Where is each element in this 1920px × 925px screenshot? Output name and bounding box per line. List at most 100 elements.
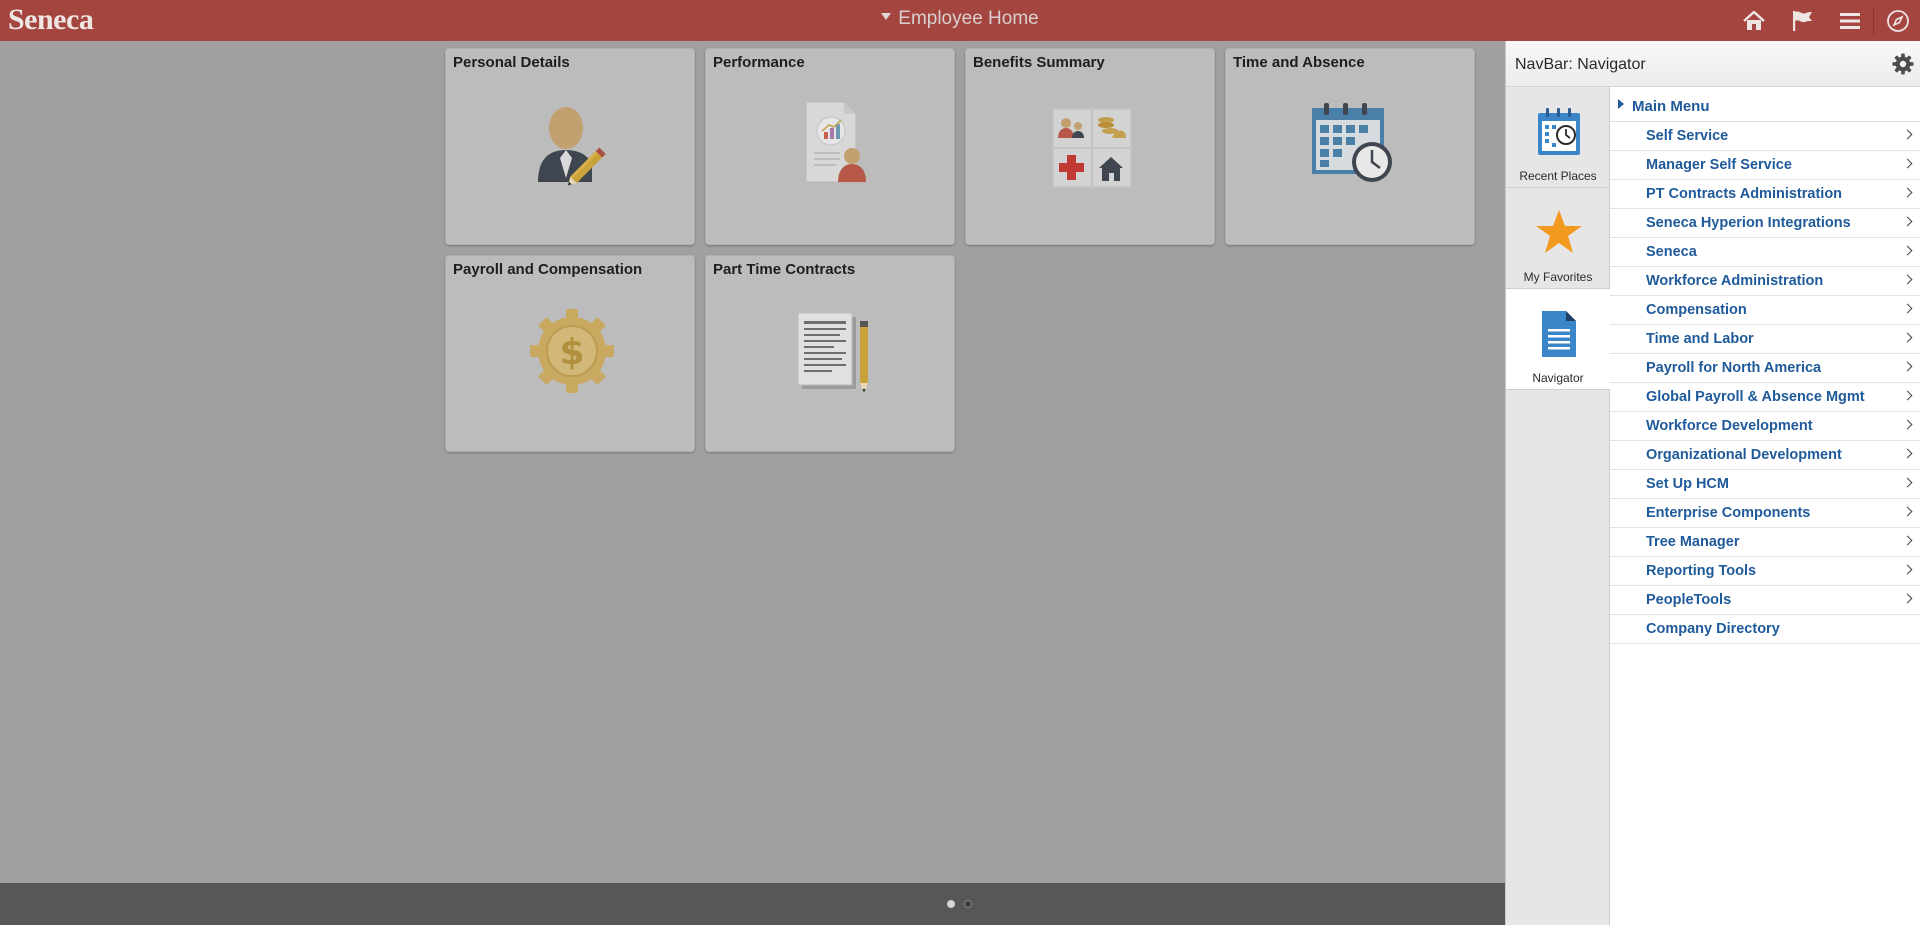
nav-item-time-and-labor[interactable]: Time and Labor xyxy=(1610,325,1920,354)
side-tab-my-favorites[interactable]: My Favorites xyxy=(1506,188,1610,289)
nav-item-label: Reporting Tools xyxy=(1646,563,1757,579)
tile-benefits-summary[interactable]: Benefits Summary xyxy=(965,48,1215,245)
document-pencil-icon xyxy=(797,312,868,393)
page-title[interactable]: Employee Home xyxy=(0,8,1920,30)
tile-title: Performance xyxy=(713,54,805,71)
home-icon[interactable] xyxy=(1741,8,1767,34)
performance-report-icon xyxy=(805,101,866,183)
navigator-menu-list: Main Menu Self Service Manager Self Serv… xyxy=(1610,87,1920,644)
chevron-right-icon xyxy=(1902,274,1913,285)
side-tab-label: Recent Places xyxy=(1519,169,1597,183)
nav-item-self-service[interactable]: Self Service xyxy=(1610,122,1920,151)
nav-item-peopletools[interactable]: PeopleTools xyxy=(1610,586,1920,615)
nav-item-workforce-administration[interactable]: Workforce Administration xyxy=(1610,267,1920,296)
nav-item-seneca-hyperion-integrations[interactable]: Seneca Hyperion Integrations xyxy=(1610,209,1920,238)
nav-item-pt-contracts-administration[interactable]: PT Contracts Administration xyxy=(1610,180,1920,209)
side-tab-navigator[interactable]: Navigator xyxy=(1506,289,1610,390)
page-indicator-dot-2[interactable] xyxy=(964,900,972,908)
nav-item-set-up-hcm[interactable]: Set Up HCM xyxy=(1610,470,1920,499)
nav-item-organizational-development[interactable]: Organizational Development xyxy=(1610,441,1920,470)
nav-item-label: Global Payroll & Absence Mgmt xyxy=(1646,389,1865,405)
nav-item-label: Workforce Administration xyxy=(1646,273,1824,289)
navigator-document-icon xyxy=(1542,311,1576,357)
chevron-right-icon xyxy=(1902,506,1913,517)
chevron-right-icon xyxy=(1902,448,1913,459)
nav-item-label: PeopleTools xyxy=(1646,592,1732,608)
nav-item-label: Self Service xyxy=(1646,128,1729,144)
compass-icon[interactable] xyxy=(1885,8,1911,34)
side-tab-recent-places[interactable]: Recent Places xyxy=(1506,87,1610,188)
navbar-title: NavBar: Navigator xyxy=(1515,56,1646,73)
nav-item-label: Manager Self Service xyxy=(1646,157,1792,173)
nav-item-label: Payroll for North America xyxy=(1646,360,1822,376)
tile-title: Time and Absence xyxy=(1233,54,1365,71)
nav-item-company-directory[interactable]: Company Directory xyxy=(1610,615,1920,644)
nav-item-label: Set Up HCM xyxy=(1646,476,1729,492)
tile-personal-details[interactable]: Personal Details xyxy=(445,48,695,245)
svg-text:$: $ xyxy=(559,332,584,373)
nav-item-reporting-tools[interactable]: Reporting Tools xyxy=(1610,557,1920,586)
nav-item-label: Company Directory xyxy=(1646,621,1780,637)
page-indicator-dot-1[interactable] xyxy=(947,900,955,908)
chevron-right-icon xyxy=(1902,564,1913,575)
menu-icon[interactable] xyxy=(1837,8,1863,34)
navbar-side-tabs: Recent Places My Favorites Navigator xyxy=(1506,87,1610,925)
tile-time-and-absence[interactable]: Time and Absence xyxy=(1225,48,1475,245)
chevron-right-icon xyxy=(1902,245,1913,256)
benefits-icon xyxy=(1052,108,1132,188)
chevron-right-icon xyxy=(1902,361,1913,372)
chevron-right-icon xyxy=(1902,390,1913,401)
nav-item-enterprise-components[interactable]: Enterprise Components xyxy=(1610,499,1920,528)
nav-item-label: Organizational Development xyxy=(1646,447,1842,463)
nav-item-compensation[interactable]: Compensation xyxy=(1610,296,1920,325)
nav-item-workforce-development[interactable]: Workforce Development xyxy=(1610,412,1920,441)
side-tab-label: Navigator xyxy=(1532,371,1584,385)
nav-item-label: Workforce Development xyxy=(1646,418,1813,434)
nav-item-label: Time and Labor xyxy=(1646,331,1754,347)
star-icon xyxy=(1536,210,1582,253)
main-menu-label: Main Menu xyxy=(1632,98,1710,115)
nav-item-label: Enterprise Components xyxy=(1646,505,1811,521)
main-menu-item[interactable]: Main Menu xyxy=(1610,87,1920,122)
page-footer xyxy=(0,883,1505,925)
header-divider xyxy=(1873,6,1874,36)
tile-title: Part Time Contracts xyxy=(713,261,856,278)
chevron-right-icon xyxy=(1902,535,1913,546)
chevron-right-icon xyxy=(1902,419,1913,430)
dollar-gear-icon: $ xyxy=(530,309,614,393)
tile-part-time-contracts[interactable]: Part Time Contracts xyxy=(705,255,955,452)
chevron-right-icon xyxy=(1902,332,1913,343)
tile-payroll-and-compensation[interactable]: Payroll and Compensation $ xyxy=(445,255,695,452)
chevron-right-icon xyxy=(1902,477,1913,488)
tile-performance[interactable]: Performance xyxy=(705,48,955,245)
nav-item-label: Tree Manager xyxy=(1646,534,1740,550)
nav-item-tree-manager[interactable]: Tree Manager xyxy=(1610,528,1920,557)
calendar-clock-icon xyxy=(1312,103,1392,182)
tile-title: Benefits Summary xyxy=(973,54,1105,71)
recent-places-icon xyxy=(1538,108,1580,155)
chevron-right-icon xyxy=(1902,158,1913,169)
chevron-right-icon xyxy=(1902,303,1913,314)
top-header-bar: Seneca Employee Home xyxy=(0,0,1920,41)
page-title-text[interactable]: Employee Home xyxy=(898,8,1038,29)
flag-icon[interactable] xyxy=(1789,8,1815,34)
nav-item-manager-self-service[interactable]: Manager Self Service xyxy=(1610,151,1920,180)
tile-title: Personal Details xyxy=(453,54,570,71)
nav-item-label: PT Contracts Administration xyxy=(1646,186,1843,202)
nav-item-label: Seneca xyxy=(1646,244,1697,260)
homepage-tile-area: Personal Details Performance Benefits Su… xyxy=(0,41,1505,883)
tile-title: Payroll and Compensation xyxy=(453,261,643,278)
chevron-right-icon xyxy=(1902,129,1913,140)
nav-item-payroll-for-north-america[interactable]: Payroll for North America xyxy=(1610,354,1920,383)
nav-item-seneca[interactable]: Seneca xyxy=(1610,238,1920,267)
gear-icon[interactable] xyxy=(1892,53,1914,75)
expand-triangle-icon xyxy=(1618,99,1624,109)
navbar-panel: NavBar: Navigator Recent Places My Favor… xyxy=(1505,41,1920,925)
side-tab-label: My Favorites xyxy=(1523,270,1593,284)
caret-down-icon[interactable] xyxy=(881,13,892,21)
chevron-right-icon xyxy=(1902,187,1913,198)
chevron-right-icon xyxy=(1902,216,1913,227)
nav-item-global-payroll-absence-mgmt[interactable]: Global Payroll & Absence Mgmt xyxy=(1610,383,1920,412)
navbar-header: NavBar: Navigator xyxy=(1506,41,1920,87)
nav-item-label: Seneca Hyperion Integrations xyxy=(1646,215,1851,231)
